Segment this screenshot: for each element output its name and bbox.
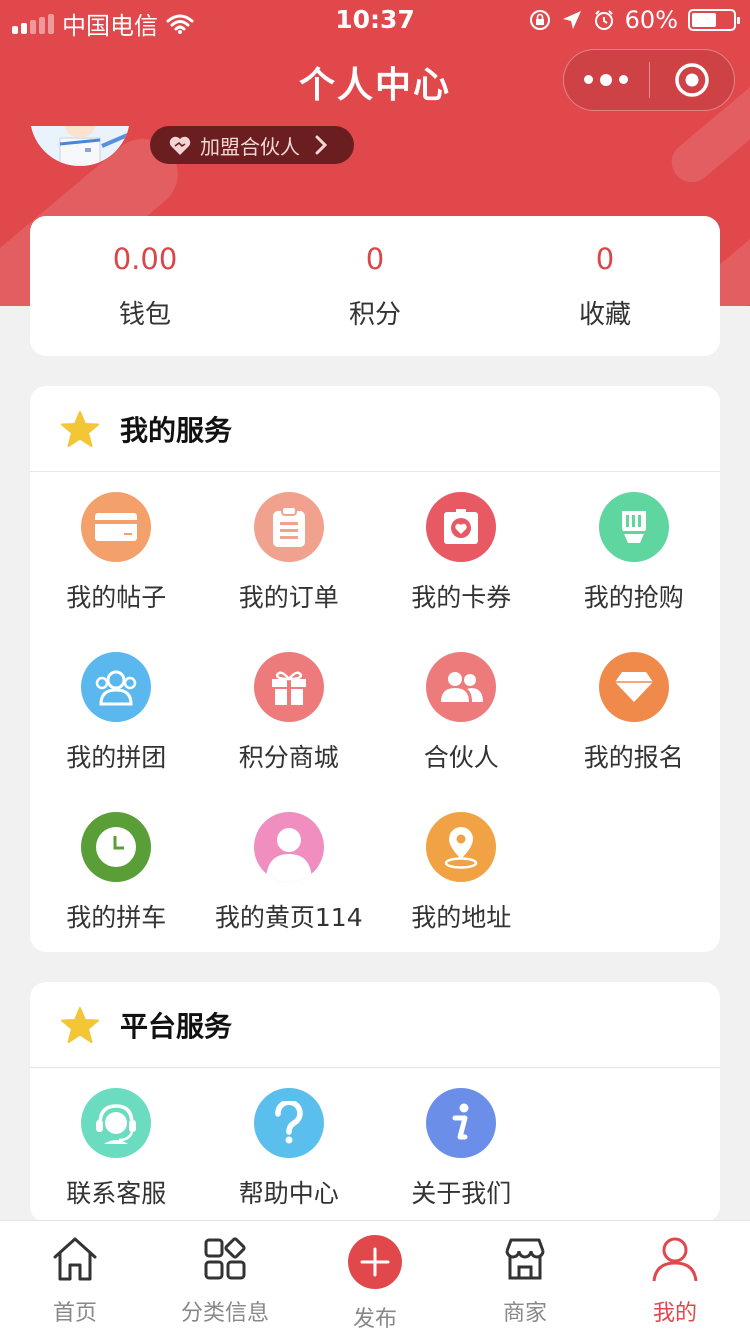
battery-percent: 60% [624, 6, 678, 34]
person-icon [253, 812, 324, 882]
flash-sale-icon [598, 492, 669, 562]
service-my-posts[interactable]: 我的帖子 [30, 492, 203, 652]
favorites-label: 收藏 [578, 299, 631, 330]
home-icon [53, 1237, 97, 1281]
coupon-icon [426, 492, 497, 562]
service-my-registrations[interactable]: 我的报名 [548, 652, 721, 812]
rotation-lock-icon [529, 10, 550, 30]
service-label: 合伙人 [423, 743, 499, 772]
location-arrow-icon [562, 11, 581, 29]
partner-label: 加盟合伙人 [200, 134, 300, 159]
star-icon [61, 410, 99, 447]
service-my-group-buy[interactable]: 我的拼团 [30, 652, 203, 812]
more-menu-button[interactable] [564, 73, 649, 86]
tab-publish[interactable]: 发布 [300, 1221, 450, 1334]
tab-label: 商家 [502, 1301, 547, 1326]
tab-label: 分类信息 [180, 1301, 269, 1326]
tab-label: 发布 [352, 1307, 397, 1332]
platform-services-header: 平台服务 [30, 982, 720, 1068]
service-label: 联系客服 [66, 1179, 167, 1208]
my-services-title: 我的服务 [120, 413, 233, 447]
join-partner-button[interactable]: 加盟合伙人 [150, 126, 354, 164]
gift-icon [253, 652, 324, 722]
service-label: 我的抢购 [583, 583, 684, 612]
handshake-heart-icon [169, 136, 191, 155]
platform-services-title: 平台服务 [120, 1009, 233, 1043]
service-label: 我的地址 [411, 903, 512, 932]
service-label: 积分商城 [238, 743, 339, 772]
favorites-value: 0 [595, 241, 615, 276]
mini-program-capsule [563, 49, 735, 111]
points-value: 0 [365, 241, 385, 276]
service-my-flash-sales[interactable]: 我的抢购 [548, 492, 721, 652]
service-label: 我的拼团 [66, 743, 167, 772]
service-points-mall[interactable]: 积分商城 [203, 652, 376, 812]
status-bar: 中国电信 10:37 60% [0, 0, 750, 40]
clipboard-icon [253, 492, 324, 562]
tab-merchants[interactable]: 商家 [450, 1221, 600, 1334]
points-stat[interactable]: 0 积分 [260, 216, 490, 356]
star-icon [61, 1006, 99, 1043]
wallet-label: 钱包 [118, 299, 171, 330]
service-label: 帮助中心 [238, 1179, 339, 1208]
shop-icon [505, 1238, 545, 1280]
favorites-stat[interactable]: 0 收藏 [490, 216, 720, 356]
info-icon [426, 1088, 497, 1158]
service-label: 我的帖子 [66, 583, 167, 612]
close-mini-program-button[interactable] [650, 62, 735, 98]
service-my-carpool[interactable]: 我的拼车 [30, 812, 203, 972]
my-services-card: 我的服务 我的帖子 我的订单 我的卡券 我的抢购 我的拼团 积分商城 合伙人 我… [30, 386, 720, 952]
stats-card: 0.00 钱包 0 积分 0 收藏 [30, 216, 720, 356]
service-my-yellow-pages[interactable]: 我的黄页114 [203, 812, 376, 972]
my-services-header: 我的服务 [30, 386, 720, 472]
wallet-stat[interactable]: 0.00 钱包 [30, 216, 260, 356]
question-icon [253, 1088, 324, 1158]
partners-icon [426, 652, 497, 722]
tab-label: 我的 [652, 1301, 697, 1326]
service-label: 我的订单 [238, 583, 339, 612]
alarm-icon [594, 10, 613, 30]
location-icon [426, 812, 497, 882]
wallet-value: 0.00 [112, 241, 178, 276]
clock-icon [81, 812, 152, 882]
tab-bar: 首页 分类信息 发布 商家 我的 [0, 1220, 750, 1334]
service-label: 我的黄页114 [214, 903, 363, 932]
plus-icon [348, 1235, 402, 1289]
service-my-coupons[interactable]: 我的卡券 [375, 492, 548, 652]
platform-services-card: 平台服务 联系客服 帮助中心 关于我们 [30, 982, 720, 1222]
target-icon [675, 63, 709, 97]
tab-mine[interactable]: 我的 [600, 1221, 750, 1334]
service-label: 我的卡券 [411, 583, 512, 612]
service-my-orders[interactable]: 我的订单 [203, 492, 376, 652]
tab-home[interactable]: 首页 [0, 1221, 150, 1334]
tab-categories[interactable]: 分类信息 [150, 1221, 300, 1334]
tab-label: 首页 [52, 1301, 97, 1326]
category-icon [204, 1237, 246, 1280]
points-label: 积分 [348, 299, 401, 330]
group-icon [81, 652, 152, 722]
service-label: 关于我们 [411, 1179, 512, 1208]
card-icon [81, 492, 152, 562]
chevron-right-icon [315, 135, 328, 155]
service-my-address[interactable]: 我的地址 [375, 812, 548, 972]
battery-icon [688, 9, 740, 31]
service-partners[interactable]: 合伙人 [375, 652, 548, 812]
service-label: 我的报名 [583, 743, 684, 772]
service-label: 我的拼车 [66, 903, 167, 932]
user-icon [652, 1237, 698, 1282]
customer-service-icon [81, 1088, 152, 1158]
diamond-icon [598, 652, 669, 722]
